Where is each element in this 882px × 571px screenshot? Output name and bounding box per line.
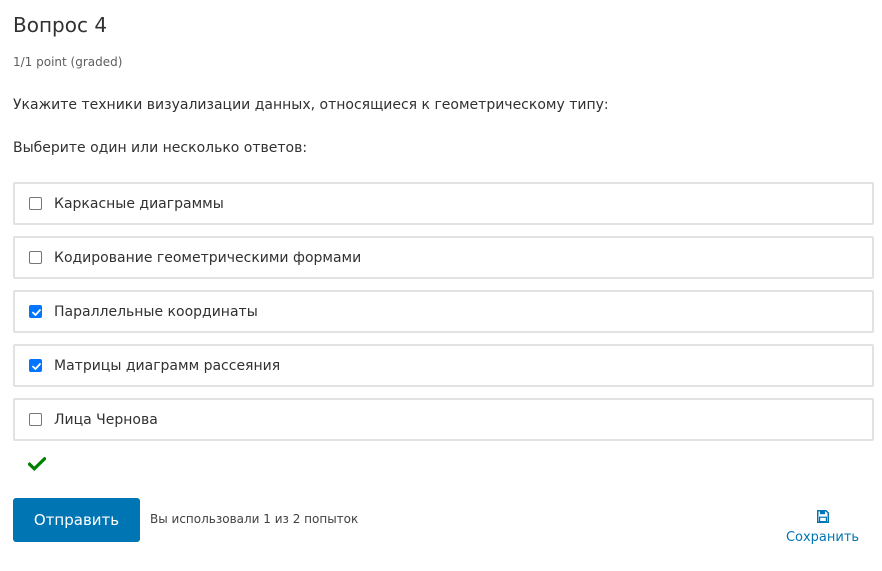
choice-label: Параллельные координаты (54, 303, 258, 320)
checkmark-icon (28, 457, 46, 471)
question-instruction: Выберите один или несколько ответов: (13, 140, 308, 156)
choice-checkbox[interactable] (29, 413, 42, 426)
submit-button[interactable]: Отправить (13, 498, 140, 542)
floppy-disk-icon (816, 510, 829, 523)
save-label: Сохранить (785, 530, 860, 545)
choice-item-5[interactable]: Лица Чернова (13, 398, 874, 441)
choice-label: Кодирование геометрическими формами (54, 249, 362, 266)
choice-checkbox[interactable] (29, 251, 42, 264)
question-title: Вопрос 4 (13, 13, 108, 37)
save-button[interactable]: Сохранить (775, 510, 870, 550)
choice-checkbox[interactable] (29, 197, 42, 210)
choice-item-3[interactable]: Параллельные координаты (13, 290, 874, 333)
choice-item-1[interactable]: Каркасные диаграммы (13, 182, 874, 225)
choice-item-2[interactable]: Кодирование геометрическими формами (13, 236, 874, 279)
check-mark-icon (32, 363, 41, 370)
choice-item-4[interactable]: Матрицы диаграмм рассеяния (13, 344, 874, 387)
question-prompt: Укажите техники визуализации данных, отн… (13, 97, 609, 113)
choice-label: Матрицы диаграмм рассеяния (54, 357, 281, 374)
question-points: 1/1 point (graded) (13, 55, 123, 69)
choice-checkbox[interactable] (29, 359, 42, 372)
choice-label: Каркасные диаграммы (54, 195, 224, 212)
check-mark-icon (32, 309, 41, 316)
choice-checkbox[interactable] (29, 305, 42, 318)
choice-label: Лица Чернова (54, 411, 158, 428)
choice-list: Каркасные диаграммы Кодирование геометри… (13, 182, 874, 452)
attempts-status: Вы использовали 1 из 2 попыток (150, 512, 359, 526)
